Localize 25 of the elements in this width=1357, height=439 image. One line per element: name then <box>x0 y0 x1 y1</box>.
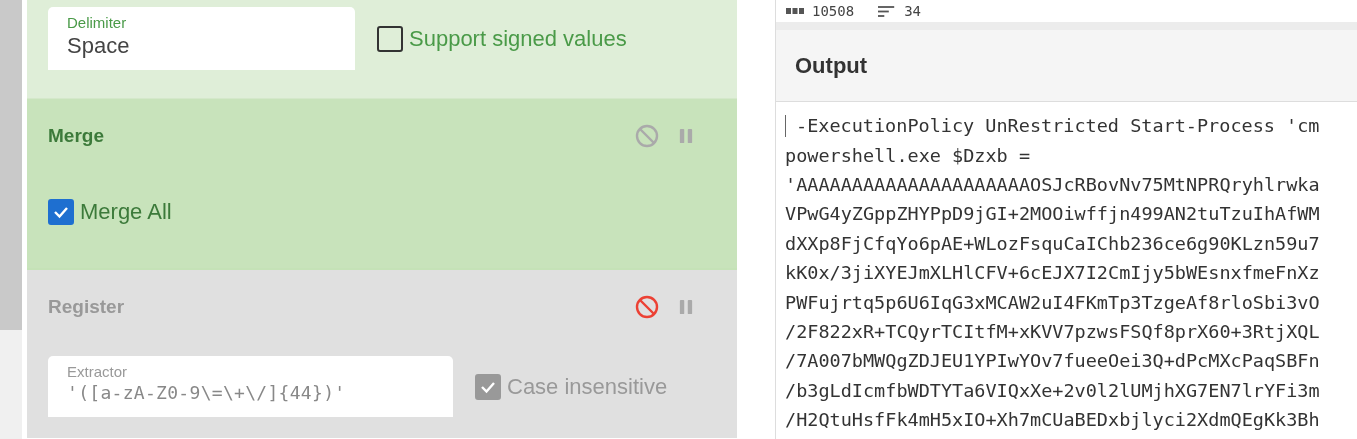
output-line: kK0x/3jiXYEJmXLHlCFV+6cEJX7I2CmIjy5bWEsnxfmeFnXz <box>785 262 1320 284</box>
output-line: /2F822xR+TCQyrTCItfM+xKVV7pzwsFSQf8prX60+3RtjXQL <box>785 320 1320 342</box>
panel-title: Output <box>795 52 868 79</box>
character-count: 10508 <box>812 3 855 19</box>
output-line: powershell.exe $Dzxb = <box>785 144 1031 166</box>
pause-icon[interactable] <box>679 127 693 145</box>
character-count-icon <box>786 7 804 15</box>
operation-title: Register <box>48 296 125 318</box>
checkbox[interactable]: Support signed values <box>377 25 627 52</box>
text-cursor <box>785 114 786 137</box>
output-line: 'AAAAAAAAAAAAAAAAAAAAAOSJcRBovNv75MtNPRQryhlrwka <box>785 173 1320 195</box>
text-field[interactable]: Delimiter Space <box>48 7 355 70</box>
scrollbar-thumb[interactable] <box>0 0 22 330</box>
line-count: 34 <box>904 3 921 19</box>
output-line: /H2QtuHsfFk4mH5xIO+Xh7mCUaBEDxbjlyci2XdmQEgKk3Bh <box>785 409 1320 431</box>
output-line: PWFujrtq5p6U6IqG3xMCAW2uI4FKmTp3TzgeAf8rloSbi3vO <box>785 291 1320 313</box>
output-line: /b3gLdIcmfbWDTYTa6VIQxXe+2v0l2lUMjhXG7EN7lrYFi3m <box>785 379 1320 401</box>
disable-icon[interactable] <box>635 124 659 148</box>
line-count-icon <box>878 4 897 18</box>
output-line: /7A007bMWQgZDJEU1YPIwYOv7fueeOei3Q+dPcMXcPaqSBFn <box>785 350 1320 372</box>
output-line: dXXp8FjCfqYo6pAE+WLozFsquCaIChb236ce6g90KLzn59u7 <box>785 232 1320 254</box>
operation-title: Merge <box>48 125 104 147</box>
output-line: -ExecutionPolicy UnRestricted Start-Process 'cm <box>796 115 1320 137</box>
checkbox[interactable]: Merge All <box>48 199 172 225</box>
output-line: VPwG4yZGppZHYPpD9jGI+2MOOiwffjn499AN2tuTzuIhAfWM <box>785 203 1320 225</box>
